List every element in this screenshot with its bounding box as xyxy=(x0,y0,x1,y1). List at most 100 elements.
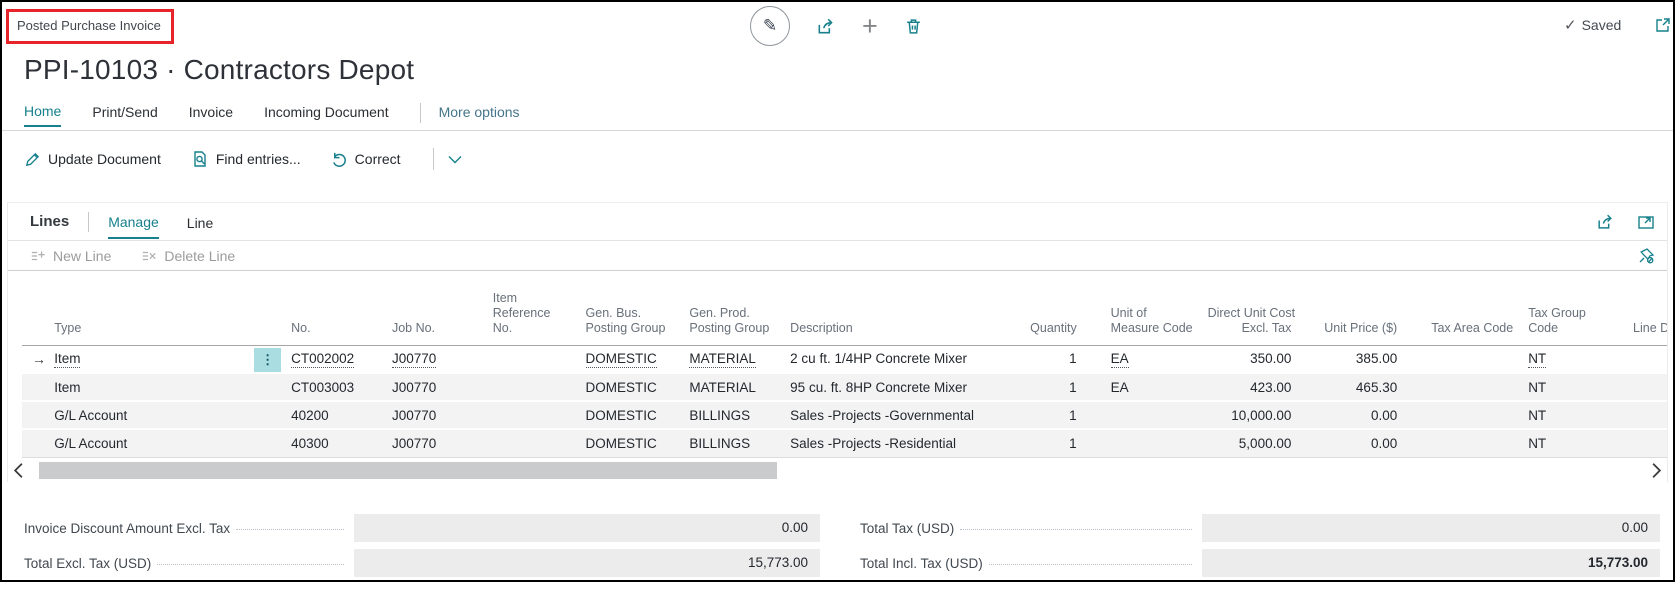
cell[interactable]: EA xyxy=(1083,345,1202,373)
lines-tab-line[interactable]: Line xyxy=(187,206,213,238)
cell[interactable]: NT xyxy=(1522,429,1627,457)
column-header[interactable]: Unit Price ($) xyxy=(1297,271,1403,345)
check-icon: ✓ xyxy=(1564,16,1577,34)
more-actions-chevron-icon[interactable] xyxy=(448,155,462,164)
column-header[interactable]: Job No. xyxy=(386,271,487,345)
popout-icon[interactable] xyxy=(1654,16,1672,34)
tab-incoming-document[interactable]: Incoming Document xyxy=(264,104,389,126)
delete-line-button[interactable]: Delete Line xyxy=(141,248,235,264)
cell[interactable]: J00770 xyxy=(386,401,487,429)
column-header[interactable]: Tax Area Code xyxy=(1403,271,1522,345)
total-label: Invoice Discount Amount Excl. Tax xyxy=(24,521,230,536)
cell[interactable]: CT003003 xyxy=(285,373,386,401)
row-menu-ellipsis-icon[interactable]: ⋮ xyxy=(254,348,281,372)
cell[interactable]: 2 cu ft. 1/4HP Concrete Mixer xyxy=(784,345,1024,373)
cell[interactable]: MATERIAL xyxy=(683,345,784,373)
column-header[interactable]: No. xyxy=(285,271,386,345)
column-header[interactable]: Unit ofMeasure Code xyxy=(1083,271,1202,345)
arrow-right-icon: → xyxy=(28,351,46,367)
column-header[interactable]: Quantity xyxy=(1024,271,1082,345)
posted-purchase-invoice-window: Posted Purchase Invoice ✎ + ✓ Saved PPI-… xyxy=(0,0,1675,582)
expand-focus-icon[interactable] xyxy=(1637,213,1655,231)
column-header[interactable]: ItemReferenceNo. xyxy=(487,271,580,345)
cell[interactable]: G/L Account xyxy=(48,429,285,457)
cell[interactable]: J00770 xyxy=(386,373,487,401)
cell[interactable]: 1 xyxy=(1024,345,1082,373)
cell[interactable]: DOMESTIC xyxy=(580,429,684,457)
edit-icon[interactable]: ✎ xyxy=(750,6,790,46)
cell[interactable]: DOMESTIC xyxy=(580,345,684,373)
lines-table: TypeNo.Job No.ItemReferenceNo.Gen. Bus.P… xyxy=(22,271,1667,458)
tab-invoice[interactable]: Invoice xyxy=(189,104,233,126)
dotted-leader xyxy=(960,529,1192,530)
cell[interactable]: 95 cu. ft. 8HP Concrete Mixer xyxy=(784,373,1024,401)
cell[interactable]: 465.30 xyxy=(1297,373,1403,401)
cell[interactable]: 1 xyxy=(1024,373,1082,401)
more-options-button[interactable]: More options xyxy=(439,104,520,126)
cell[interactable]: Sales -Projects -Governmental xyxy=(784,401,1024,429)
cell[interactable]: CT002002 xyxy=(285,345,386,373)
cell[interactable]: BILLINGS xyxy=(683,429,784,457)
cell[interactable]: 423.00 xyxy=(1202,373,1298,401)
column-header[interactable]: Line Disco xyxy=(1627,271,1667,345)
table-row[interactable]: G/L Account40200J00770 DOMESTICBILLINGSSa… xyxy=(22,401,1667,429)
cell[interactable]: 385.00 xyxy=(1297,345,1403,373)
lines-tab-manage[interactable]: Manage xyxy=(108,205,159,239)
delete-icon[interactable] xyxy=(904,17,923,36)
column-header[interactable]: Tax GroupCode xyxy=(1522,271,1627,345)
cell[interactable]: Item xyxy=(48,373,285,401)
lines-share-icon[interactable] xyxy=(1596,212,1615,231)
invoice-totals: Invoice Discount Amount Excl. Tax0.00Tot… xyxy=(24,514,1660,582)
cell[interactable]: G/L Account xyxy=(48,401,285,429)
share-icon[interactable] xyxy=(816,16,836,36)
page-title: PPI-10103 · Contractors Depot xyxy=(24,54,414,86)
cell[interactable]: 1 xyxy=(1024,429,1082,457)
cell[interactable]: Item⋮ xyxy=(48,345,285,373)
cell[interactable]: 5,000.00 xyxy=(1202,429,1298,457)
cell[interactable]: MATERIAL xyxy=(683,373,784,401)
cell[interactable]: 0.00 xyxy=(1297,401,1403,429)
cell[interactable]: EA xyxy=(1083,373,1202,401)
column-header[interactable]: Type xyxy=(48,271,285,345)
new-line-button[interactable]: New Line xyxy=(30,248,111,264)
cell[interactable]: Sales -Projects -Residential xyxy=(784,429,1024,457)
scrollbar-thumb[interactable] xyxy=(39,462,777,479)
cell[interactable]: BILLINGS xyxy=(683,401,784,429)
correct-button[interactable]: Correct xyxy=(331,151,401,168)
cell[interactable]: NT xyxy=(1522,373,1627,401)
column-header[interactable]: Direct Unit CostExcl. Tax xyxy=(1202,271,1298,345)
cell[interactable]: NT xyxy=(1522,345,1627,373)
cell[interactable]: DOMESTIC xyxy=(580,401,684,429)
cell[interactable]: J00770 xyxy=(386,345,487,373)
cell[interactable]: 350.00 xyxy=(1202,345,1298,373)
total-label: Total Tax (USD) xyxy=(860,521,954,536)
tab-print-send[interactable]: Print/Send xyxy=(92,104,157,126)
cell[interactable]: 0.00 xyxy=(1297,429,1403,457)
update-document-button[interactable]: Update Document xyxy=(24,151,161,168)
add-icon[interactable]: + xyxy=(862,16,878,36)
cell xyxy=(1627,401,1667,429)
cell[interactable]: 1 xyxy=(1024,401,1082,429)
column-header[interactable]: Gen. Bus.Posting Group xyxy=(580,271,684,345)
cell[interactable]: 10,000.00 xyxy=(1202,401,1298,429)
cell[interactable]: DOMESTIC xyxy=(580,373,684,401)
find-entries-button[interactable]: Find entries... xyxy=(191,150,301,168)
chevron-left-icon[interactable] xyxy=(14,462,23,479)
table-row[interactable]: →Item⋮CT002002J00770 DOMESTICMATERIAL2 cu… xyxy=(22,345,1667,373)
total-value-field: 15,773.00 xyxy=(354,549,820,577)
table-row[interactable]: ItemCT003003J00770 DOMESTICMATERIAL95 cu.… xyxy=(22,373,1667,401)
cell[interactable]: NT xyxy=(1522,401,1627,429)
table-row[interactable]: G/L Account40300J00770 DOMESTICBILLINGSSa… xyxy=(22,429,1667,457)
total-row: Total Excl. Tax (USD)15,773.00 xyxy=(24,549,820,577)
tab-home[interactable]: Home xyxy=(24,103,61,127)
record-type-caption: Posted Purchase Invoice xyxy=(17,18,161,33)
horizontal-scrollbar[interactable] xyxy=(8,461,1667,481)
save-status: ✓ Saved xyxy=(1564,16,1621,34)
cell[interactable]: J00770 xyxy=(386,429,487,457)
chevron-right-icon[interactable] xyxy=(1652,462,1661,479)
column-header[interactable]: Gen. Prod.Posting Group xyxy=(683,271,784,345)
cell[interactable]: 40300 xyxy=(285,429,386,457)
unpin-icon[interactable] xyxy=(1637,247,1655,265)
cell[interactable]: 40200 xyxy=(285,401,386,429)
column-header[interactable]: Description xyxy=(784,271,1024,345)
